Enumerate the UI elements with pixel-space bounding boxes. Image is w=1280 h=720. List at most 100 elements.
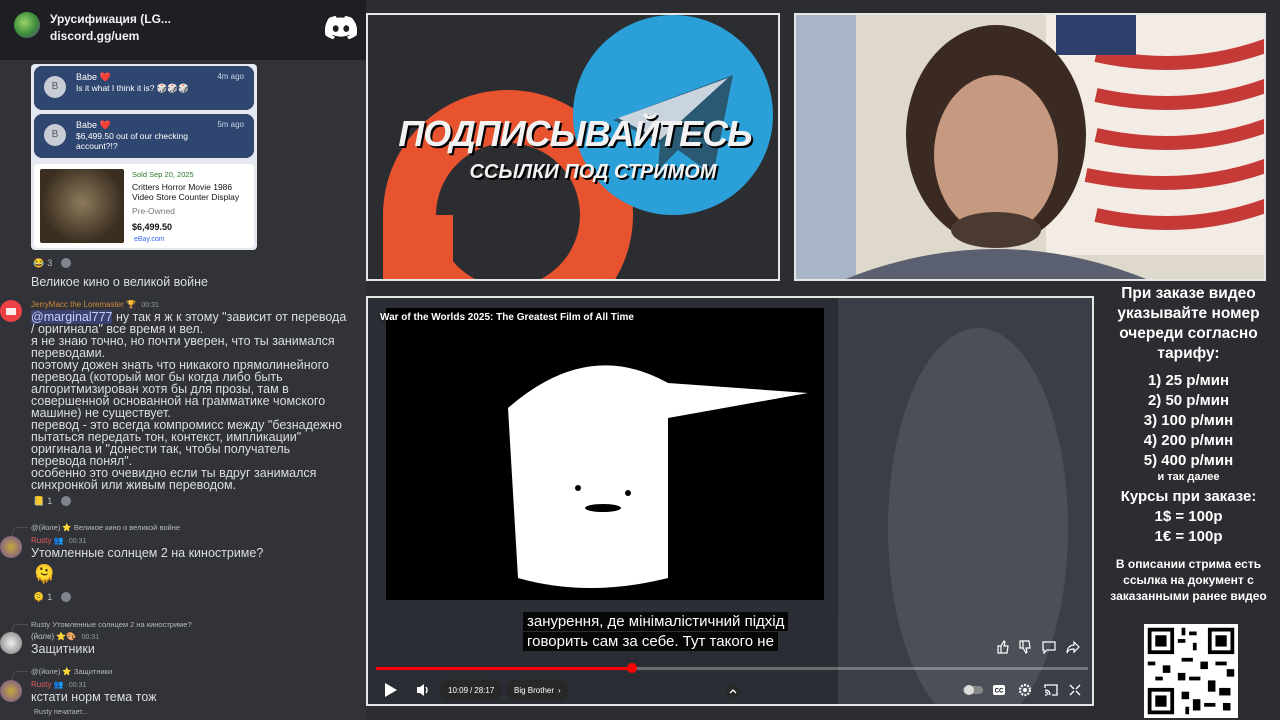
cast-icon[interactable]	[1044, 684, 1058, 696]
video-player[interactable]: War of the Worlds 2025: The Greatest Fil…	[366, 296, 1094, 706]
promo-subheading: ССЫЛКИ ПОД СТРИМОМ	[469, 161, 717, 183]
message-username[interactable]: Rusty 👥 00:31	[31, 536, 86, 545]
typing-indicator: Rusty печатает...	[34, 709, 88, 716]
username-text: (йоле)	[31, 632, 55, 641]
message-username[interactable]: Rusty 👥 00:31	[31, 680, 86, 689]
tariff-item: 3) 100 р/мин	[1143, 412, 1234, 429]
avatar[interactable]	[0, 680, 22, 702]
reply-preview[interactable]: Rusty Утомленные солнцем 2 на киностриме…	[31, 620, 192, 629]
ebay-condition: Pre-Owned	[132, 206, 175, 216]
reaction-count: 1	[47, 592, 53, 602]
user-badge-icon: 👥	[53, 536, 64, 545]
time-current: 10:09	[448, 685, 469, 695]
avatar[interactable]	[0, 632, 22, 654]
rate-item: 1€ = 100р	[1154, 528, 1223, 545]
message-timestamp: 00:31	[141, 302, 159, 309]
user-badge-icon: ⭐🎨	[56, 632, 77, 641]
username-text: Rusty	[31, 680, 52, 689]
subtitles: занурення, де мінімалістичний підхід гов…	[523, 612, 789, 652]
notification-text: $6,499.50 out of our checking account?!?	[76, 131, 188, 151]
emoji-message: 🫠	[33, 564, 56, 584]
time-display: 10:09 / 28:17	[440, 679, 503, 701]
chapter-title: Big Brother	[514, 685, 555, 695]
promo-banner: ПОДПИСЫВАЙТЕСЬ ССЫЛКИ ПОД СТРИМОМ	[366, 13, 780, 281]
reaction-count: 1	[47, 496, 53, 506]
subtitle-line: говорить сам за себе. Тут такого не	[523, 632, 778, 651]
notification-time: 5m ago	[217, 120, 244, 129]
tariff-list: 1) 25 р/мин 2) 50 р/мин 3) 100 р/мин 4) …	[1097, 371, 1280, 471]
server-name: Урусификация (LG...	[50, 12, 171, 26]
notification-avatar: B	[44, 124, 66, 146]
message-body: @marginal777 ну так я ж к этому "зависит…	[31, 310, 366, 491]
reply-connector	[12, 527, 28, 537]
notification-sender: Babe ❤️	[76, 120, 111, 130]
share-icon[interactable]	[1066, 640, 1080, 654]
webcam-feed	[794, 13, 1266, 281]
volume-icon[interactable]	[416, 682, 432, 698]
add-reaction-icon[interactable]	[61, 258, 72, 268]
avatar[interactable]	[0, 536, 22, 558]
like-icon[interactable]	[996, 640, 1010, 654]
rate-item: 1$ = 100р	[1154, 508, 1223, 525]
reply-connector	[12, 671, 28, 681]
message-username[interactable]: (йоле) ⭐🎨 00:31	[31, 632, 99, 641]
attached-image[interactable]: B Babe ❤️ Is it what I think it is? 🎲🎲🎲 …	[31, 64, 257, 250]
server-widget-header[interactable]: Урусификация (LG... discord.gg/uem	[0, 0, 366, 60]
notification-card: B Babe ❤️ Is it what I think it is? 🎲🎲🎲 …	[34, 66, 254, 110]
reaction[interactable]: 😂 3	[33, 256, 72, 270]
user-badge-icon: 👥	[53, 680, 64, 689]
reply-preview[interactable]: @(йоле) ⭐ Великое кино о великой войне	[31, 523, 180, 532]
ebay-site: eBay.com	[134, 236, 165, 243]
ebay-price: $6,499.50	[132, 222, 173, 232]
fullscreen-icon[interactable]	[1069, 684, 1081, 696]
reply-preview[interactable]: @(йоле) ⭐ Защитники	[31, 667, 112, 676]
reaction-emoji: 😂	[33, 257, 45, 268]
server-icon	[14, 12, 40, 38]
svg-text:CC: CC	[995, 689, 1004, 695]
server-invite-link[interactable]: discord.gg/uem	[50, 29, 139, 43]
autoplay-toggle[interactable]	[962, 684, 984, 696]
reaction-emoji: 🫠	[33, 591, 45, 602]
video-title[interactable]: War of the Worlds 2025: The Greatest Fil…	[380, 312, 634, 323]
dislike-icon[interactable]	[1018, 640, 1032, 654]
ebay-title: Critters Horror Movie 1986 Video Store C…	[132, 182, 240, 202]
message-text: Защитники	[31, 642, 95, 656]
message-timestamp: 00:31	[81, 634, 100, 641]
username-text: Rusty	[31, 536, 52, 545]
time-total: 28:17	[474, 685, 495, 695]
chevron-up-icon[interactable]	[726, 684, 740, 698]
add-reaction-icon[interactable]	[61, 496, 72, 506]
reaction[interactable]: 🫠 1	[33, 590, 72, 604]
tariff-item: 5) 400 р/мин	[1143, 452, 1234, 469]
add-reaction-icon[interactable]	[61, 592, 72, 602]
avatar[interactable]	[0, 300, 22, 322]
settings-icon[interactable]	[1018, 683, 1032, 697]
progress-bar[interactable]	[376, 663, 1088, 673]
notification-sender: Babe ❤️	[76, 72, 111, 82]
notification-card: B Babe ❤️ $6,499.50 out of our checking …	[34, 114, 254, 158]
message-text: кстати норм тема тож	[31, 690, 157, 704]
tariff-item: 4) 200 р/мин	[1143, 432, 1234, 449]
ebay-sold-date: Sold Sep 20, 2025	[132, 170, 194, 179]
message-timestamp: 00:31	[68, 538, 87, 545]
ebay-product-image	[40, 169, 124, 243]
discord-logo-icon	[325, 16, 357, 40]
tariff-item: 1) 25 р/мин	[1147, 372, 1230, 389]
reaction-emoji: 📒	[33, 495, 45, 506]
chapter-button[interactable]: Big Brother ›	[506, 679, 569, 701]
username-text: JerryMacc the Loremaster	[31, 300, 124, 309]
rates-header: Курсы при заказе:	[1120, 488, 1257, 505]
cc-icon[interactable]: CC	[992, 684, 1006, 696]
message-text: Великое кино о великой войне	[31, 275, 208, 289]
reaction[interactable]: 📒 1	[33, 494, 72, 508]
ebay-listing-card: Sold Sep 20, 2025 Critters Horror Movie …	[34, 164, 254, 248]
tariff-item: 2) 50 р/мин	[1147, 392, 1230, 409]
notification-time: 4m ago	[217, 72, 244, 81]
message-username[interactable]: JerryMacc the Loremaster 🏆 00:31	[31, 300, 159, 309]
qr-code-icon	[1144, 624, 1238, 718]
comment-icon[interactable]	[1042, 640, 1056, 654]
time-separator: /	[470, 685, 473, 695]
message-text: Утомленные солнцем 2 на киностриме?	[31, 546, 264, 560]
play-icon[interactable]	[384, 682, 398, 698]
chevron-right-icon: ›	[558, 685, 561, 695]
